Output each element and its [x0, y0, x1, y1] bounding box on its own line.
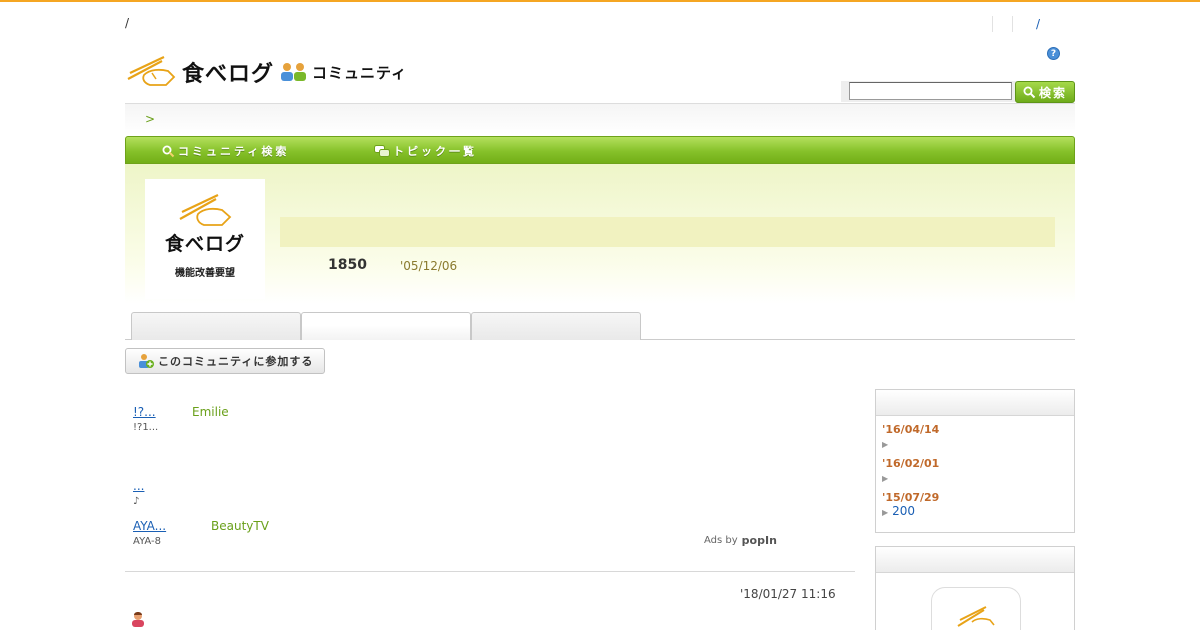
community-nav: コミュニティ検索 トピック一覧 [125, 136, 1075, 164]
search-button-label: 検索 [1038, 85, 1067, 100]
chat-bubbles-icon [374, 144, 390, 157]
sidebar-box-header [876, 547, 1074, 573]
top-left-link[interactable]: / [125, 16, 129, 30]
search-icon [1023, 86, 1036, 98]
sidebar-entry-link[interactable]: 200 [892, 504, 915, 518]
search-icon [162, 145, 175, 157]
sidebar-entry[interactable]: '16/04/14 ▶ [876, 423, 1074, 450]
sponsored-desc: AYA-8 [133, 536, 161, 547]
sponsored-title[interactable]: ... [133, 479, 183, 493]
add-member-icon [139, 354, 154, 368]
sidebar-recent-box: '16/04/14 ▶ '16/02/01 ▶ '15/07/29 ▶ 200 [875, 389, 1075, 533]
sponsored-source: BeautyTV [211, 519, 269, 533]
ads-by-label[interactable]: Ads by popIn [704, 534, 777, 547]
tab-2-active[interactable] [301, 312, 471, 340]
ads-by-text: Ads by [704, 535, 738, 546]
sponsored-desc: ♪ [133, 496, 140, 507]
sidebar-community-thumbnail[interactable] [931, 587, 1021, 630]
post-date: '18/01/27 11:16 [740, 587, 836, 601]
thumbnail-logo-text: 食べログ [164, 233, 245, 255]
sidebar-box-header [876, 390, 1074, 416]
join-community-button[interactable]: このコミュニティに参加する [125, 348, 325, 374]
sidebar-community-box [875, 546, 1075, 630]
sponsored-item[interactable]: AYA... BeautyTV AYA-8 [133, 519, 269, 547]
sponsored-source: Emilie [192, 405, 229, 419]
sidebar-entry-date: '16/02/01 [882, 457, 940, 470]
sidebar-entry[interactable]: '16/02/01 ▶ [876, 457, 1074, 484]
sponsored-title[interactable]: AYA... [133, 519, 207, 533]
site-logo[interactable]: 食べログ コミュニティ [126, 54, 407, 90]
search-input[interactable] [849, 82, 1012, 100]
tab-1[interactable] [131, 312, 301, 340]
logo-text: 食べログ [182, 62, 275, 87]
nav-topic-list[interactable]: トピック一覧 [374, 143, 477, 159]
sponsored-item[interactable]: !?... Emilie !?1... [133, 405, 229, 433]
sponsored-title[interactable]: !?... [133, 405, 188, 419]
sponsored-title[interactable]: ​ [133, 443, 148, 457]
chopsticks-hand-icon [127, 56, 176, 86]
nav-label: コミュニティ検索 [178, 145, 290, 158]
community-thumbnail: 食べログ 機能改善要望 [145, 179, 265, 299]
caret-right-icon: ▶ [882, 474, 889, 483]
sidebar-entry[interactable]: '15/07/29 ▶ 200 [876, 491, 1074, 518]
caret-right-icon: ▶ [882, 440, 889, 449]
created-date: '05/12/06 [400, 259, 458, 273]
sidebar-entry-date: '15/07/29 [882, 491, 940, 504]
popin-logo: popIn [741, 534, 777, 547]
search-button[interactable]: 検索 [1015, 81, 1075, 103]
member-count: 1850 [328, 257, 367, 273]
people-icon [281, 63, 307, 81]
tab-3[interactable] [471, 312, 641, 340]
breadcrumb-separator: > [145, 112, 156, 126]
user-avatar-icon [132, 612, 144, 627]
help-icon[interactable]: ? [1047, 47, 1060, 60]
chopsticks-hand-icon [957, 606, 995, 627]
top-separator [992, 16, 1012, 32]
community-title-bar [280, 217, 1055, 247]
sidebar-entry-date: '16/04/14 [882, 423, 940, 436]
top-right-link[interactable]: / [1036, 17, 1040, 31]
chopsticks-hand-icon [179, 194, 232, 226]
content-divider [125, 571, 855, 572]
thumbnail-subtitle: 機能改善要望 [175, 268, 235, 279]
nav-label: トピック一覧 [393, 145, 477, 158]
top-right-links: / [992, 16, 1076, 32]
breadcrumb [125, 104, 1075, 134]
sponsored-item[interactable]: ... ♪ [133, 479, 183, 507]
logo-community-text: コミュニティ [312, 63, 408, 82]
sponsored-item[interactable]: ​ [133, 443, 148, 457]
nav-community-search[interactable]: コミュニティ検索 [162, 143, 289, 159]
sponsored-desc: !?1... [133, 422, 159, 433]
top-separator [1012, 16, 1032, 32]
join-button-label: このコミュニティに参加する [158, 355, 314, 368]
caret-right-icon: ▶ [882, 508, 889, 517]
